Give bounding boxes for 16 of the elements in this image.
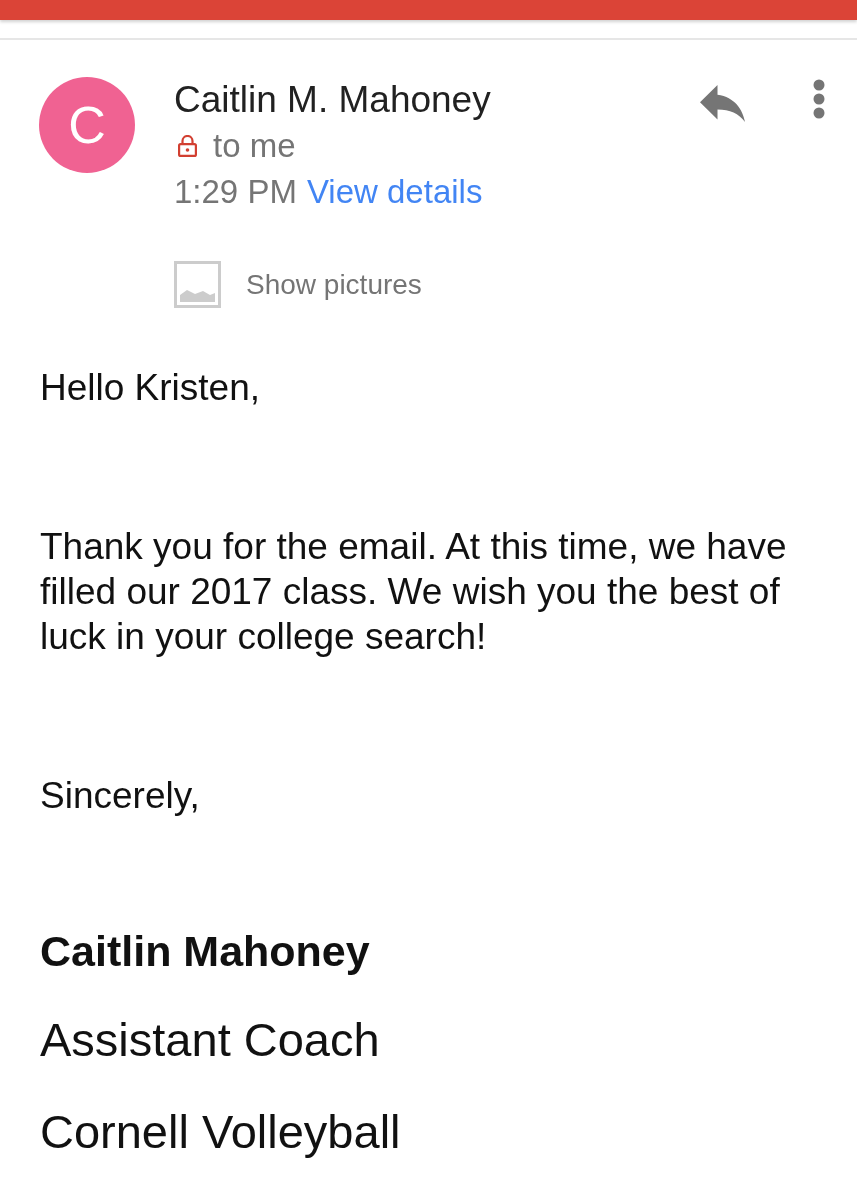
body-paragraph: Hello Kristen,	[40, 366, 262, 410]
signature-line: Cornell Volleyball	[40, 1104, 402, 1160]
signature-name: Caitlin Mahoney	[40, 926, 371, 976]
body-paragraph: Thank you for the email. At this time, we have filled our 2017 class. We wish you the best of luck in your college search!	[40, 525, 788, 659]
reply-icon[interactable]	[700, 85, 745, 122]
recipient-text: to me	[213, 127, 296, 165]
signature-line: Assistant Coach	[40, 1012, 381, 1068]
sender-name: Caitlin M. Mahoney	[174, 78, 492, 122]
body-paragraph: Sincerely,	[40, 774, 201, 818]
time-text: 1:29 PM	[174, 173, 297, 211]
more-options-icon[interactable]	[812, 79, 826, 119]
image-icon	[174, 261, 221, 308]
sender-avatar: C	[39, 77, 135, 173]
show-pictures-button[interactable]: Show pictures	[174, 261, 422, 308]
lock-icon	[178, 135, 197, 157]
view-details-link[interactable]: View details	[306, 173, 483, 211]
